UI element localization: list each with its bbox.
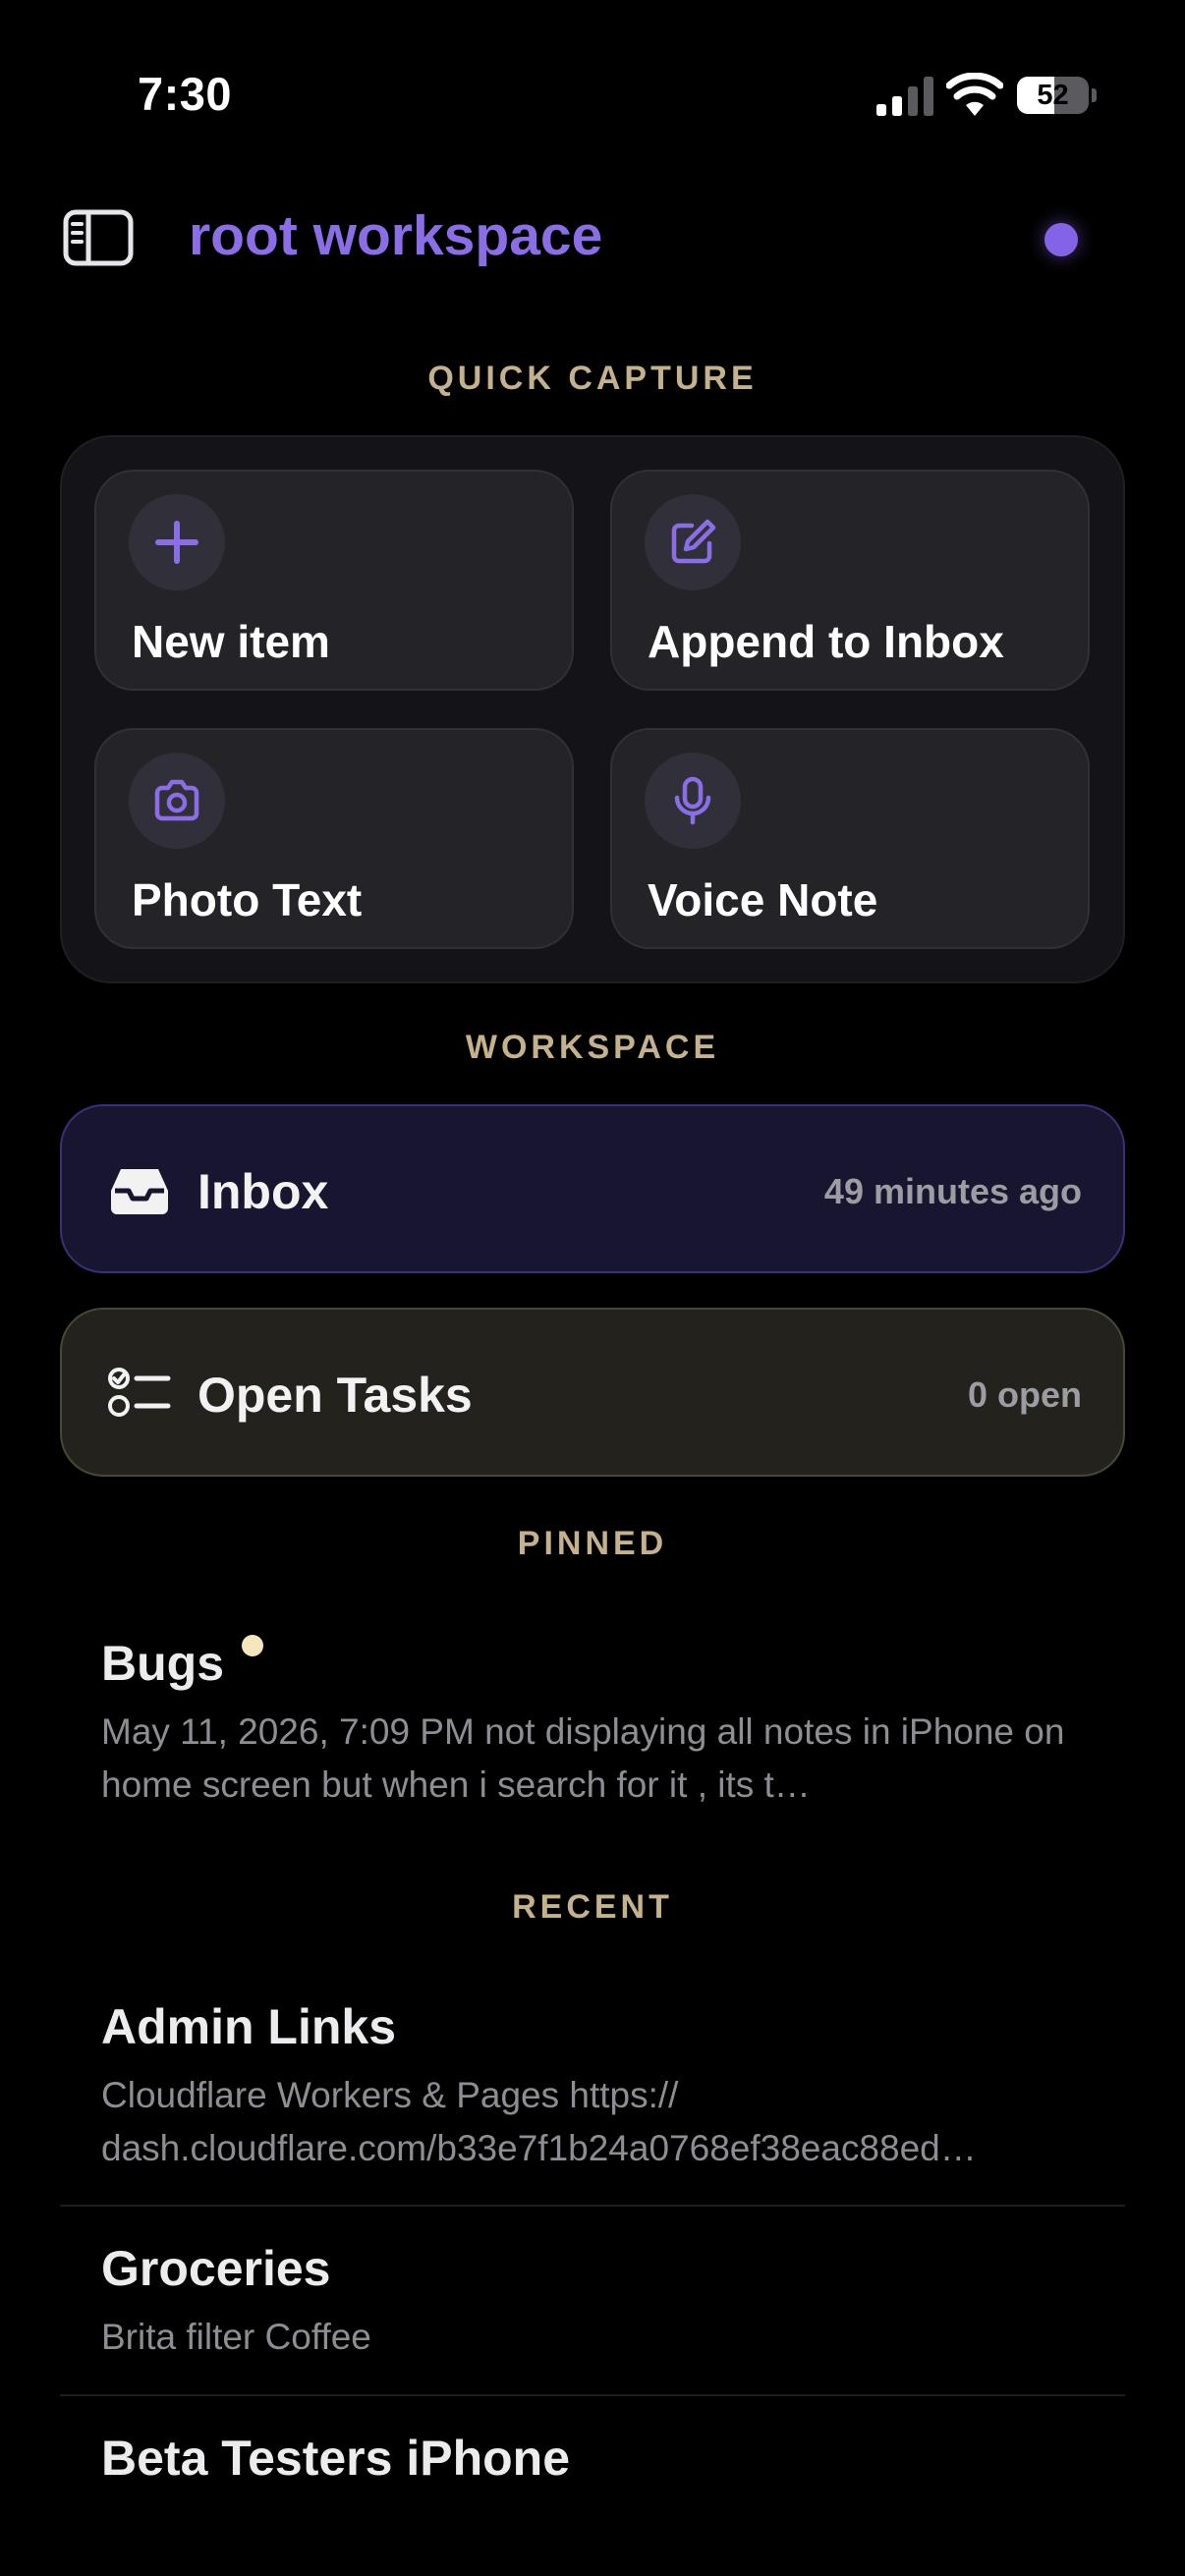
battery-indicator: 52 xyxy=(1017,77,1098,114)
sidebar-icon[interactable] xyxy=(63,209,134,266)
open-tasks-count: 0 open xyxy=(967,1374,1082,1415)
wifi-icon xyxy=(946,73,1003,116)
open-tasks-label: Open Tasks xyxy=(198,1368,473,1423)
note-title: Bugs xyxy=(101,1636,224,1691)
recent-heading: RECENT xyxy=(512,1888,673,1926)
list-divider xyxy=(60,2205,1125,2207)
note-preview: May 11, 2026, 7:09 PM not displaying all… xyxy=(101,1711,1065,1805)
append-to-inbox-label: Append to Inbox xyxy=(648,616,1004,667)
battery-body: 52 xyxy=(1017,77,1089,114)
status-time: 7:30 xyxy=(138,68,233,120)
list-divider xyxy=(60,2394,1125,2396)
note-preview: Brita filter Coffee xyxy=(101,2317,371,2357)
open-tasks-card[interactable]: Open Tasks 0 open xyxy=(60,1308,1125,1477)
battery-level: 52 xyxy=(1037,80,1069,111)
unread-dot xyxy=(242,1635,263,1656)
new-item-label: New item xyxy=(132,616,330,667)
voice-note-button[interactable]: Voice Note xyxy=(610,728,1090,949)
inbox-updated-time: 49 minutes ago xyxy=(823,1171,1082,1211)
append-to-inbox-button[interactable]: Append to Inbox xyxy=(610,470,1090,691)
quick-capture-heading: QUICK CAPTURE xyxy=(427,360,758,397)
new-item-button[interactable]: New item xyxy=(94,470,574,691)
recent-note-groceries[interactable]: Groceries Brita filter Coffee xyxy=(101,2240,1084,2364)
pinned-note-bugs[interactable]: Bugs May 11, 2026, 7:09 PM not displayin… xyxy=(101,1635,1084,1812)
photo-text-button[interactable]: Photo Text xyxy=(94,728,574,949)
recent-note-admin-links[interactable]: Admin Links Cloudflare Workers & Pages h… xyxy=(101,1998,1084,2175)
battery-cap xyxy=(1092,88,1097,102)
inbox-tray-icon xyxy=(111,1169,168,1214)
home-screen: 7:30 52 root workspace QUICK CAPTURE New… xyxy=(0,0,1185,2576)
plus-icon xyxy=(129,494,225,590)
recent-note-beta-testers[interactable]: Beta Testers iPhone xyxy=(101,2430,1084,2481)
inbox-label: Inbox xyxy=(198,1164,329,1219)
quick-capture-panel: New item Append to Inbox Photo Text Voic… xyxy=(60,435,1125,983)
pinned-heading: PINNED xyxy=(517,1525,668,1562)
voice-note-label: Voice Note xyxy=(648,874,878,925)
checklist-icon xyxy=(108,1368,171,1417)
note-preview: Cloudflare Workers & Pages https:// dash… xyxy=(101,2075,977,2168)
note-title: Beta Testers iPhone xyxy=(101,2431,571,2481)
camera-icon xyxy=(129,753,225,849)
workspace-heading: WORKSPACE xyxy=(465,1029,720,1066)
note-title: Admin Links xyxy=(101,1999,397,2054)
workspace-title[interactable]: root workspace xyxy=(189,203,602,268)
microphone-icon xyxy=(645,753,741,849)
inbox-card[interactable]: Inbox 49 minutes ago xyxy=(60,1104,1125,1273)
compose-icon xyxy=(645,494,741,590)
sync-status-dot xyxy=(1044,223,1078,256)
cellular-signal-icon xyxy=(876,77,933,116)
photo-text-label: Photo Text xyxy=(132,874,363,925)
status-bar: 7:30 52 xyxy=(0,0,1185,187)
note-title: Groceries xyxy=(101,2241,331,2296)
